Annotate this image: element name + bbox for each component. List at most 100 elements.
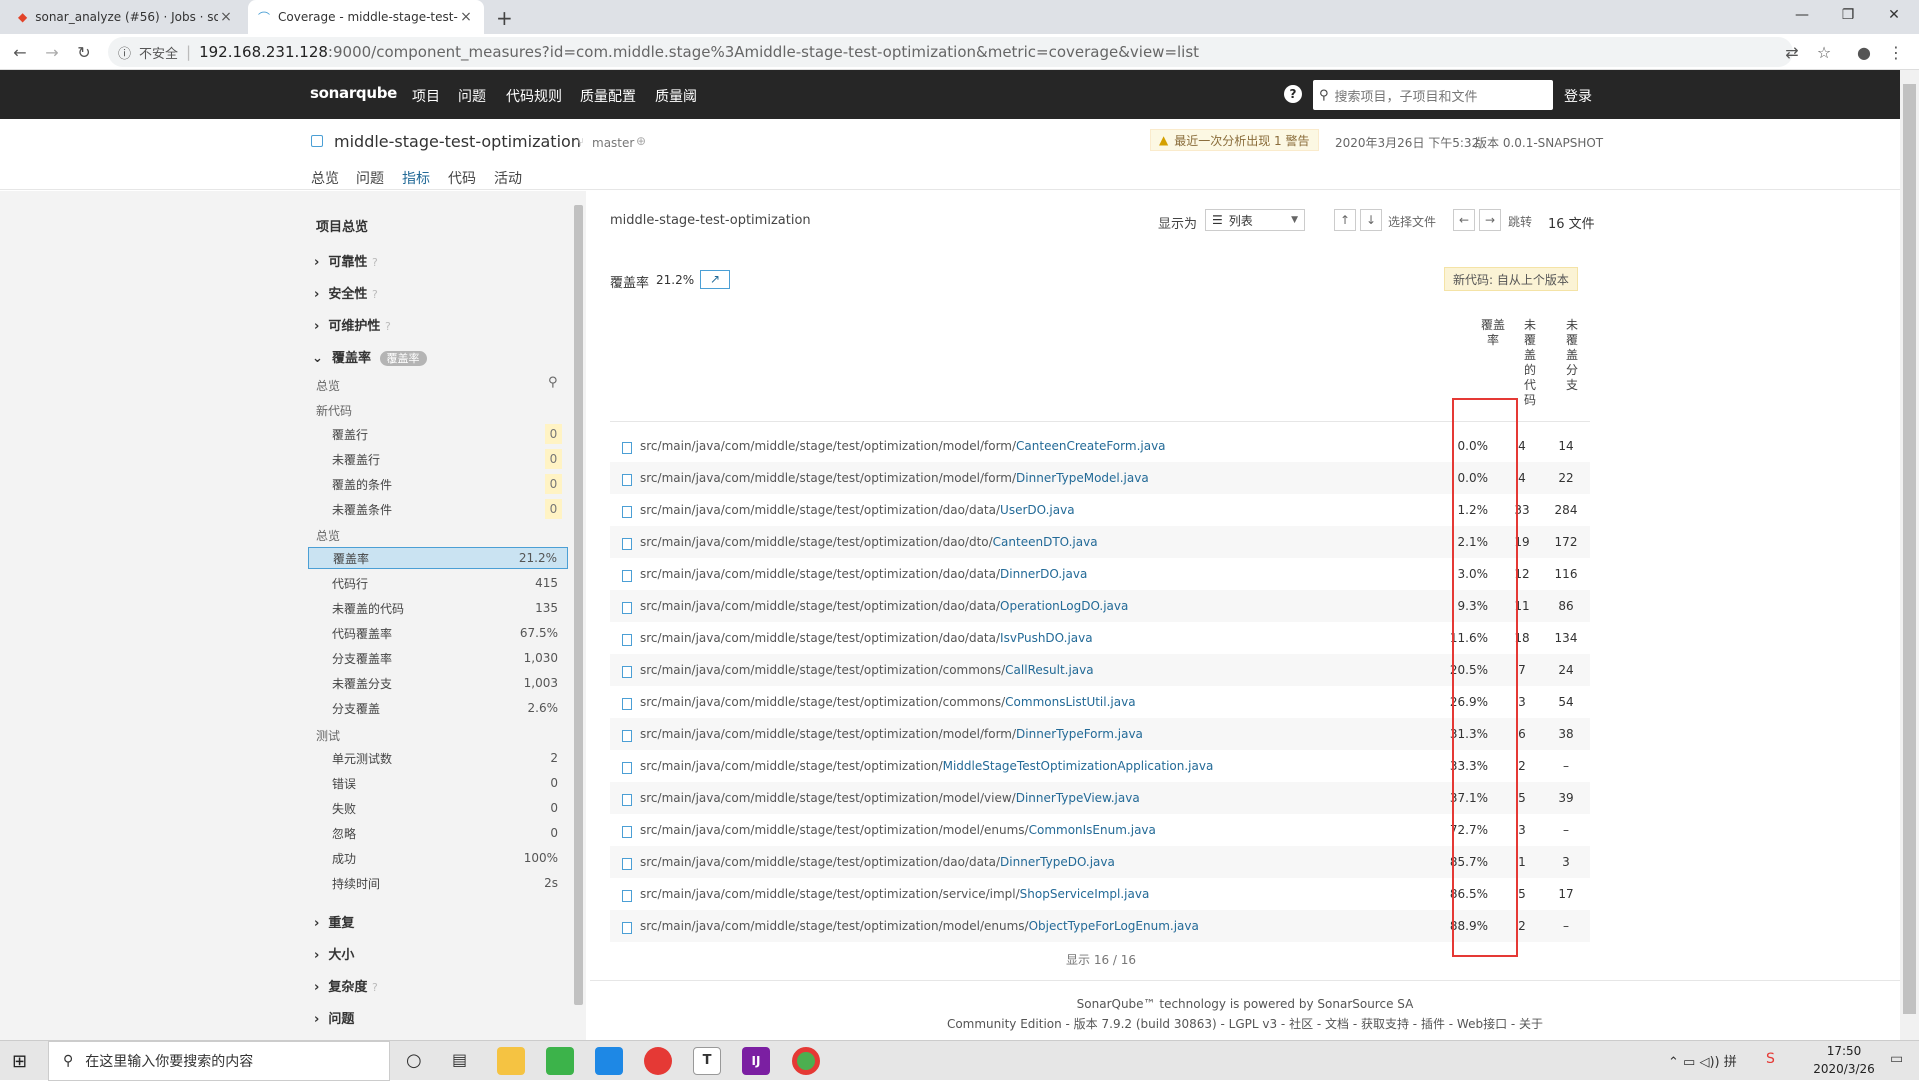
sogou-input-icon[interactable]: S xyxy=(1766,1051,1775,1067)
tab-overview[interactable]: 总览 xyxy=(311,168,339,188)
netease-music-icon[interactable] xyxy=(644,1047,672,1075)
metric-test-errors[interactable]: 错误 0 xyxy=(308,772,568,794)
metric-uncovered-conditions[interactable]: 未覆盖分支 1,003 xyxy=(308,672,568,694)
chrome-icon[interactable] xyxy=(792,1047,820,1075)
file-name-link[interactable]: ShopServiceImpl.java xyxy=(1020,887,1150,901)
domain-maintainability[interactable]: › 可维护性 ? xyxy=(314,315,391,334)
table-row[interactable]: src/main/java/com/middle/stage/test/opti… xyxy=(610,910,1590,942)
maximize-button[interactable]: ❐ xyxy=(1825,0,1871,30)
tab-activity[interactable]: 活动 xyxy=(494,168,522,188)
file-name-link[interactable]: UserDO.java xyxy=(1000,503,1075,517)
login-link[interactable]: 登录 xyxy=(1564,86,1592,106)
file-path[interactable]: src/main/java/com/middle/stage/test/opti… xyxy=(610,695,1422,710)
nav-rules[interactable]: 代码规则 xyxy=(506,86,562,106)
overview-link[interactable]: 总览 xyxy=(316,377,340,394)
file-explorer-icon[interactable] xyxy=(497,1047,525,1075)
metric-test-failures[interactable]: 失败 0 xyxy=(308,797,568,819)
file-name-link[interactable]: CallResult.java xyxy=(1005,663,1093,677)
file-name-link[interactable]: DinnerTypeView.java xyxy=(1016,791,1140,805)
domain-reliability[interactable]: › 可靠性 ? xyxy=(314,251,378,270)
tab-close-icon[interactable]: × xyxy=(458,9,474,25)
file-name-link[interactable]: CanteenCreateForm.java xyxy=(1016,439,1165,453)
file-name-link[interactable]: CanteenDTO.java xyxy=(993,535,1098,549)
table-row[interactable]: src/main/java/com/middle/stage/test/opti… xyxy=(610,718,1590,750)
metric-unit-tests[interactable]: 单元测试数 2 xyxy=(308,747,568,769)
file-path[interactable]: src/main/java/com/middle/stage/test/opti… xyxy=(610,567,1422,582)
sonarqube-logo[interactable]: sonarqube xyxy=(310,84,397,102)
file-name-link[interactable]: ObjectTypeForLogEnum.java xyxy=(1029,919,1199,933)
forward-icon[interactable]: → xyxy=(40,40,64,64)
metric-skipped-tests[interactable]: 忽略 0 xyxy=(308,822,568,844)
table-row[interactable]: src/main/java/com/middle/stage/test/opti… xyxy=(610,526,1590,558)
nav-issues[interactable]: 问题 xyxy=(458,86,486,106)
taskbar-search-input[interactable]: ⚲ 在这里输入你要搜索的内容 xyxy=(48,1041,390,1081)
file-path[interactable]: src/main/java/com/middle/stage/test/opti… xyxy=(610,663,1422,678)
nav-quality-gates[interactable]: 质量阈 xyxy=(655,86,697,106)
metric-new-conditions[interactable]: 覆盖的条件 0 xyxy=(308,473,568,495)
page-scrollbar-thumb[interactable] xyxy=(1903,84,1916,1014)
tab-close-icon[interactable]: × xyxy=(218,9,234,25)
domain-complexity[interactable]: › 复杂度 ? xyxy=(314,976,378,995)
notification-icon[interactable]: ▭ xyxy=(1890,1051,1903,1067)
file-path[interactable]: src/main/java/com/middle/stage/test/opti… xyxy=(610,599,1422,614)
close-window-button[interactable]: ✕ xyxy=(1871,0,1917,30)
file-path[interactable]: src/main/java/com/middle/stage/test/opti… xyxy=(610,887,1422,902)
reload-icon[interactable]: ↻ xyxy=(72,40,96,64)
breadcrumb[interactable]: middle-stage-test-optimization xyxy=(610,213,811,228)
column-uncovered-lines[interactable]: 未覆盖的代码 xyxy=(1524,318,1538,408)
help-icon[interactable]: ? xyxy=(1284,85,1302,103)
table-row[interactable]: src/main/java/com/middle/stage/test/opti… xyxy=(610,686,1590,718)
file-path[interactable]: src/main/java/com/middle/stage/test/opti… xyxy=(610,439,1422,454)
file-path[interactable]: src/main/java/com/middle/stage/test/opti… xyxy=(610,919,1422,934)
sidebar-scrollbar[interactable] xyxy=(574,205,583,1005)
table-row[interactable]: src/main/java/com/middle/stage/test/opti… xyxy=(610,462,1590,494)
file-path[interactable]: src/main/java/com/middle/stage/test/opti… xyxy=(610,535,1422,550)
file-path[interactable]: src/main/java/com/middle/stage/test/opti… xyxy=(610,759,1422,774)
url-field[interactable]: ⓘ 不安全 | 192.168.231.128 :9000/component_… xyxy=(108,37,1793,67)
clock-time[interactable]: 17:50 xyxy=(1814,1044,1874,1058)
file-name-link[interactable]: DinnerTypeModel.java xyxy=(1016,471,1149,485)
task-view-icon[interactable]: ▤ xyxy=(452,1050,467,1069)
tab-code[interactable]: 代码 xyxy=(448,168,476,188)
file-name-link[interactable]: DinnerTypeDO.java xyxy=(1000,855,1115,869)
metric-uncovered-lines[interactable]: 未覆盖的代码 135 xyxy=(308,597,568,619)
profile-icon[interactable]: ● xyxy=(1852,40,1876,64)
file-path[interactable]: src/main/java/com/middle/stage/test/opti… xyxy=(610,471,1422,486)
metric-line-coverage[interactable]: 代码覆盖率 67.5% xyxy=(308,622,568,644)
project-name[interactable]: middle-stage-test-optimization xyxy=(334,132,581,151)
table-row[interactable]: src/main/java/com/middle/stage/test/opti… xyxy=(610,878,1590,910)
file-name-link[interactable]: CommonIsEnum.java xyxy=(1029,823,1156,837)
file-path[interactable]: src/main/java/com/middle/stage/test/opti… xyxy=(610,503,1422,518)
search-input[interactable]: ⚲ 搜索项目，子项目和文件 xyxy=(1313,80,1553,110)
table-row[interactable]: src/main/java/com/middle/stage/test/opti… xyxy=(610,846,1590,878)
file-name-link[interactable]: MiddleStageTestOptimizationApplication.j… xyxy=(943,759,1214,773)
table-row[interactable]: src/main/java/com/middle/stage/test/opti… xyxy=(610,494,1590,526)
minimize-button[interactable]: — xyxy=(1779,0,1825,30)
file-name-link[interactable]: IsvPushDO.java xyxy=(1000,631,1093,645)
back-nav-button[interactable]: ← xyxy=(1453,209,1475,231)
file-path[interactable]: src/main/java/com/middle/stage/test/opti… xyxy=(610,791,1422,806)
file-name-link[interactable]: CommonsListUtil.java xyxy=(1005,695,1135,709)
file-path[interactable]: src/main/java/com/middle/stage/test/opti… xyxy=(610,823,1422,838)
view-select[interactable]: ☰ 列表 ▼ xyxy=(1205,209,1305,231)
clock-date[interactable]: 2020/3/26 xyxy=(1808,1062,1880,1076)
domain-coverage[interactable]: ⌄ 覆盖率 覆盖率 xyxy=(312,347,427,366)
tab-issues[interactable]: 问题 xyxy=(356,168,384,188)
nav-quality-profiles[interactable]: 质量配置 xyxy=(580,86,636,106)
browser-tab-coverage[interactable]: ⌒ Coverage - middle-stage-test- × xyxy=(248,0,484,34)
file-name-link[interactable]: DinnerTypeForm.java xyxy=(1016,727,1143,741)
nav-projects[interactable]: 项目 xyxy=(412,86,440,106)
table-row[interactable]: src/main/java/com/middle/stage/test/opti… xyxy=(610,654,1590,686)
branch-name[interactable]: master xyxy=(592,136,634,150)
domain-security[interactable]: › 安全性 ? xyxy=(314,283,378,302)
browser-tab-jobs[interactable]: ◆ sonar_analyze (#56) · Jobs · so × xyxy=(8,0,244,34)
table-row[interactable]: src/main/java/com/middle/stage/test/opti… xyxy=(610,814,1590,846)
bookmark-star-icon[interactable]: ☆ xyxy=(1812,40,1836,64)
metric-new-uncovered-conditions[interactable]: 未覆盖条件 0 xyxy=(308,498,568,520)
intellij-icon[interactable]: IJ xyxy=(742,1047,770,1075)
typora-icon[interactable]: T xyxy=(693,1047,721,1075)
file-name-link[interactable]: OperationLogDO.java xyxy=(1000,599,1128,613)
metric-lines-to-cover[interactable]: 代码行 415 xyxy=(308,572,568,594)
file-path[interactable]: src/main/java/com/middle/stage/test/opti… xyxy=(610,855,1422,870)
new-tab-button[interactable]: + xyxy=(496,6,513,30)
